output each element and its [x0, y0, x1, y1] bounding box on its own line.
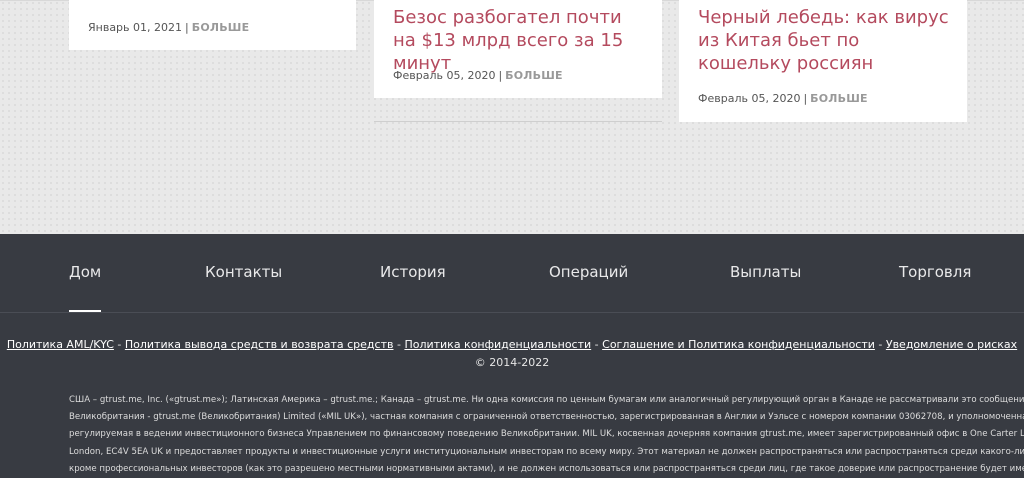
news-card[interactable]: Безос разбогател почти на $13 млрд всего… [374, 0, 662, 98]
link-aml-kyc[interactable]: Политика AML/KYC [7, 338, 114, 351]
news-date: Январь 01, 2021 [88, 21, 183, 34]
nav-trading[interactable]: Торговля [899, 263, 971, 281]
link-separator: - [393, 338, 405, 351]
more-link[interactable]: БОЛЬШЕ [192, 21, 250, 34]
card-divider [374, 121, 662, 122]
news-date: Февраль 05, 2020 [698, 92, 801, 105]
news-card[interactable]: Черный лебедь: как вирус из Китая бьет п… [679, 0, 967, 122]
news-section: Январь 01, 2021 | БОЛЬШЕ Безос разбогател … [0, 0, 1024, 234]
news-meta: Январь 01, 2021 | БОЛЬШЕ [88, 21, 249, 34]
link-privacy-policy[interactable]: Политика конфиденциальности [404, 338, 591, 351]
link-separator: - [591, 338, 603, 351]
disclaimer-line: США – gtrust.me, Inc. («gtrust.me»); Лат… [69, 395, 1024, 405]
copyright: © 2014-2022 [474, 356, 550, 369]
meta-separator: | [185, 21, 189, 34]
footer-divider [0, 312, 1024, 313]
news-title-link[interactable]: Черный лебедь: как вирус из Китая бьет п… [698, 6, 958, 75]
footer: Дом Контакты История Операций Выплаты То… [0, 234, 1024, 478]
news-title-link[interactable]: Безос разбогател почти на $13 млрд всего… [393, 6, 643, 75]
nav-operations[interactable]: Операций [549, 263, 628, 281]
footer-nav: Дом Контакты История Операций Выплаты То… [0, 234, 1024, 312]
link-risk-notice[interactable]: Уведомление о рисках [886, 338, 1017, 351]
nav-history[interactable]: История [380, 263, 446, 281]
news-card[interactable]: Январь 01, 2021 | БОЛЬШЕ [69, 0, 356, 50]
link-agreement[interactable]: Соглашение и Политика конфиденциальности [602, 338, 875, 351]
disclaimer-line: London, EC4V 5EA UK и предоставляет прод… [69, 446, 1024, 457]
link-withdrawal-policy[interactable]: Политика вывода средств и возврата средс… [125, 338, 394, 351]
nav-home[interactable]: Дом [69, 263, 101, 281]
disclaimer-line: регулируемая в ведении инвестиционного б… [69, 429, 1024, 440]
meta-separator: | [498, 69, 503, 82]
meta-separator: | [803, 92, 808, 105]
news-meta: Февраль 05, 2020 | БОЛЬШЕ [698, 92, 868, 105]
more-link[interactable]: БОЛЬШЕ [505, 69, 563, 82]
nav-payouts[interactable]: Выплаты [730, 263, 801, 281]
more-link[interactable]: БОЛЬШЕ [810, 92, 868, 105]
news-date: Февраль 05, 2020 [393, 69, 496, 82]
disclaimer-line: Великобритания - gtrust.me (Великобритан… [69, 412, 1024, 423]
news-meta: Февраль 05, 2020 | БОЛЬШЕ [393, 69, 563, 82]
legal-disclaimer: США – gtrust.me, Inc. («gtrust.me»); Лат… [69, 392, 1024, 478]
link-separator: - [113, 338, 125, 351]
nav-contacts[interactable]: Контакты [205, 263, 282, 281]
policy-links: Политика AML/KYC - Политика вывода средс… [0, 338, 1024, 351]
link-separator: - [874, 338, 886, 351]
disclaimer-line: кроме профессиональных инвесторов (как э… [69, 463, 1024, 474]
